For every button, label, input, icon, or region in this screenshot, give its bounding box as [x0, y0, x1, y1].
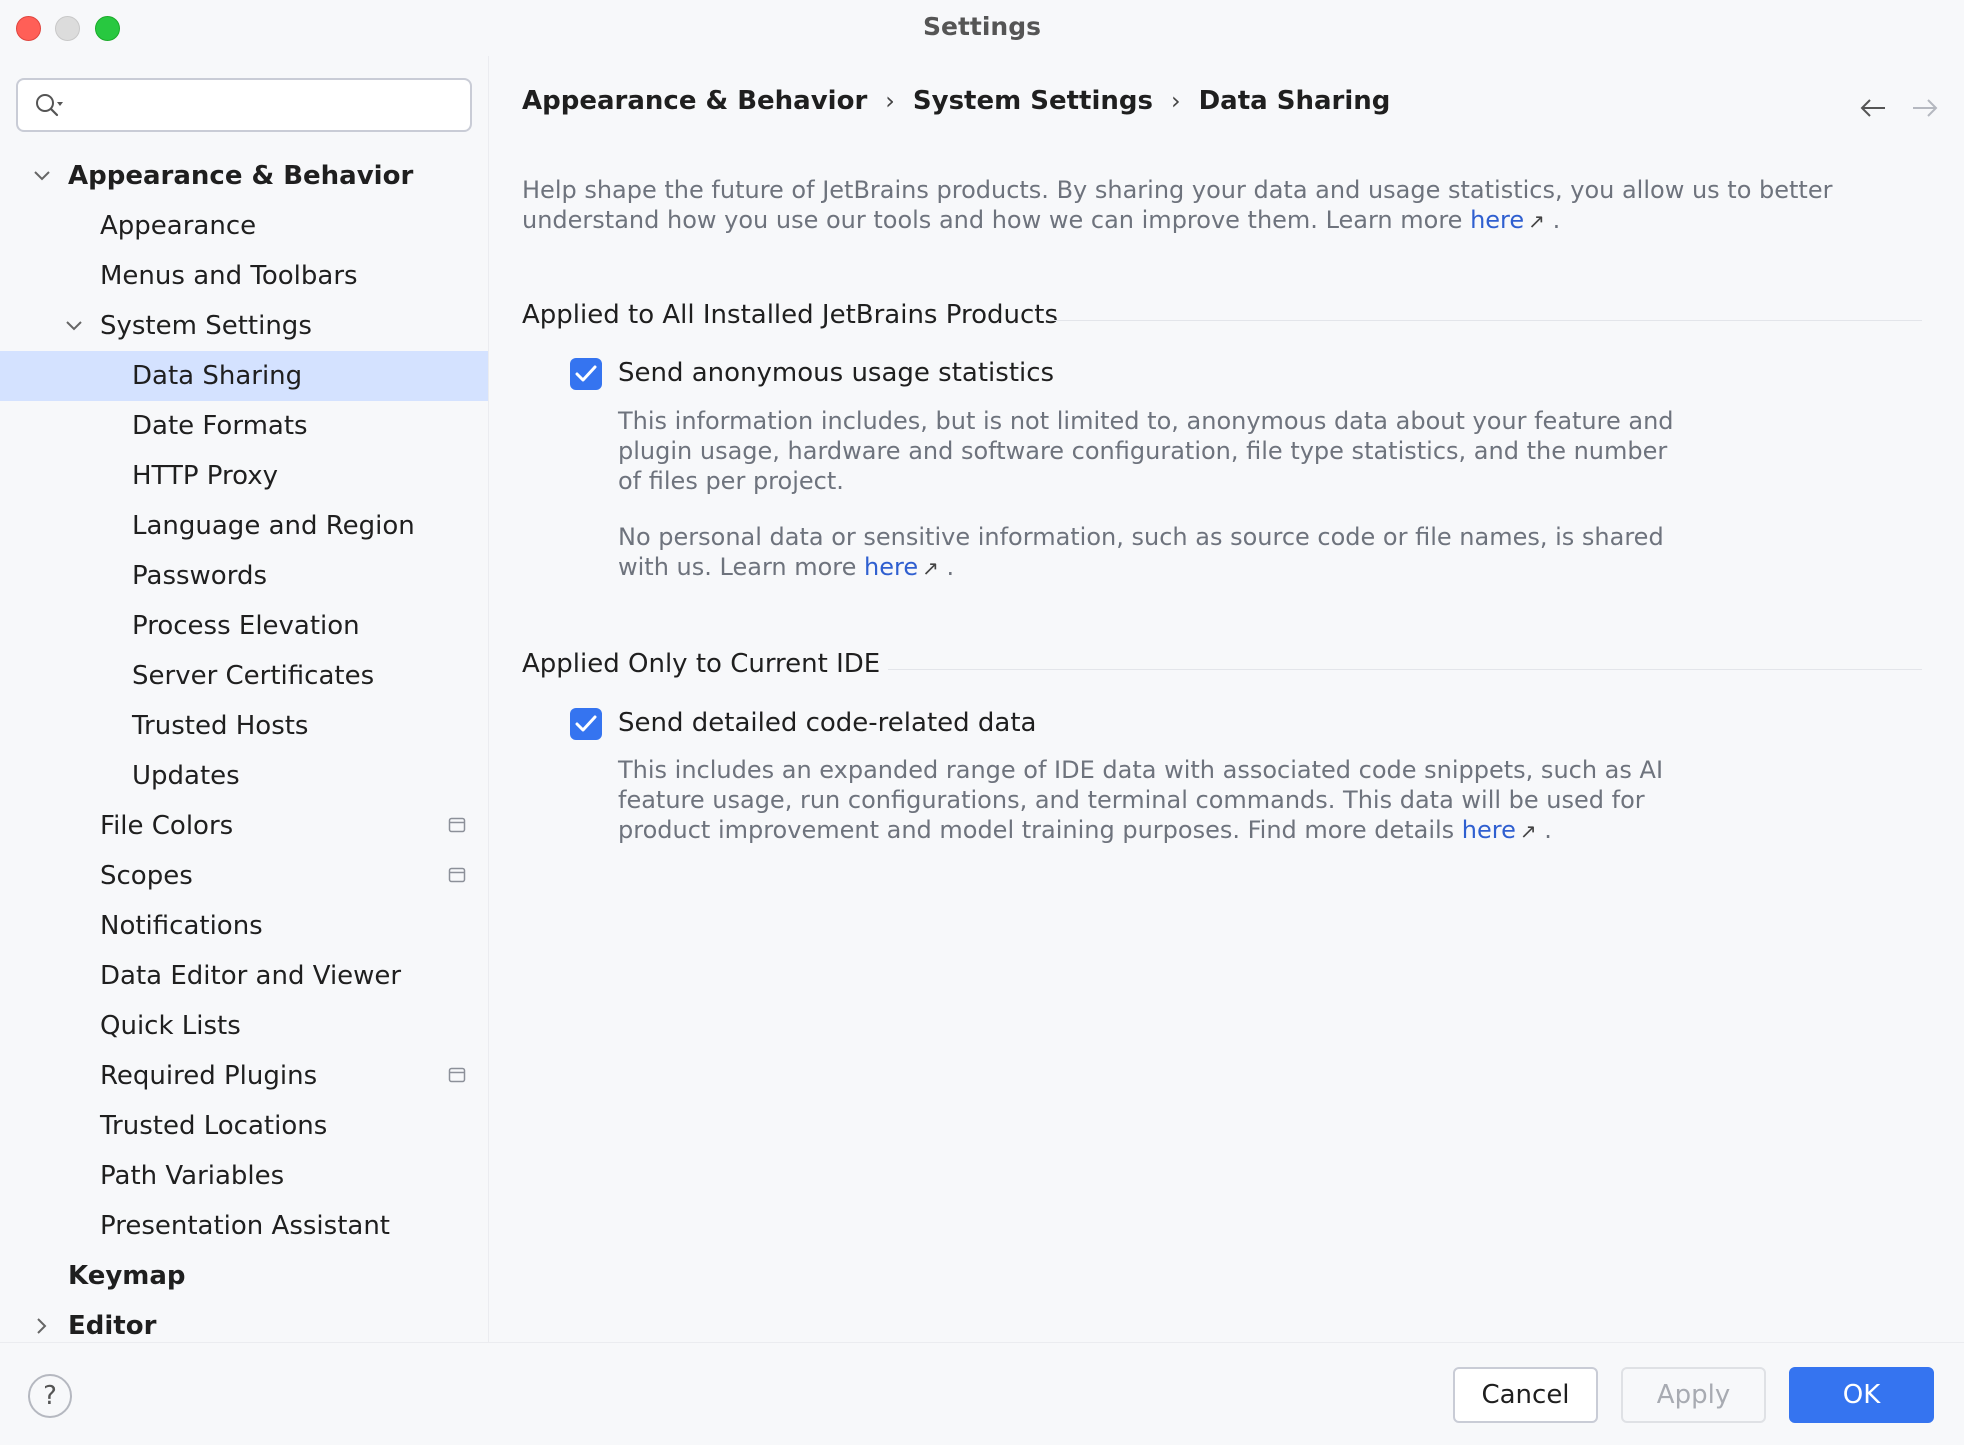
sidebar-item-label: Date Formats	[132, 411, 308, 441]
learn-more-link[interactable]: here	[864, 553, 918, 581]
sidebar-item-scopes[interactable]: Scopes	[0, 851, 488, 901]
sidebar-item-label: Passwords	[132, 561, 267, 591]
breadcrumb-separator: ›	[885, 87, 895, 115]
sidebar-item-label: Presentation Assistant	[100, 1211, 390, 1241]
sidebar-item-label: System Settings	[100, 311, 312, 341]
sidebar-item-label: Data Sharing	[132, 361, 303, 391]
help-icon[interactable]: ?	[28, 1374, 72, 1418]
ok-button[interactable]: OK	[1789, 1367, 1934, 1423]
sidebar-item-label: Keymap	[68, 1261, 186, 1291]
check-icon	[575, 365, 597, 382]
sidebar-item-appearance-and-behavior[interactable]: Appearance & Behavior	[0, 151, 488, 201]
external-link-icon: ↗	[1528, 209, 1545, 233]
no-personal-data-text: No personal data or sensitive informatio…	[618, 523, 1664, 581]
section-title-current-ide: Applied Only to Current IDE	[522, 649, 881, 679]
sidebar-item-notifications[interactable]: Notifications	[0, 901, 488, 951]
sidebar-item-label: Required Plugins	[100, 1061, 318, 1091]
sidebar-item-trusted-locations[interactable]: Trusted Locations	[0, 1101, 488, 1151]
main-panel: Appearance & Behavior › System Settings …	[490, 56, 1964, 1342]
sidebar-item-path-variables[interactable]: Path Variables	[0, 1151, 488, 1201]
sidebar-item-server-certificates[interactable]: Server Certificates	[0, 651, 488, 701]
sidebar-item-http-proxy[interactable]: HTTP Proxy	[0, 451, 488, 501]
settings-sidebar: Appearance & Behavior Appearance Menus and…	[0, 56, 489, 1342]
intro-text: Help shape the future of JetBrains produ…	[522, 175, 1922, 236]
apply-button[interactable]: Apply	[1621, 1367, 1766, 1423]
section-divider	[888, 669, 1922, 670]
breadcrumb-item-data-sharing: Data Sharing	[1198, 86, 1391, 116]
arrow-right-icon[interactable]	[1910, 94, 1940, 122]
send-detailed-code-data-checkbox[interactable]	[570, 708, 602, 740]
sidebar-item-file-colors[interactable]: File Colors	[0, 801, 488, 851]
code-data-description: This includes an expanded range of IDE d…	[618, 755, 1698, 846]
title-bar: Settings	[0, 0, 1964, 56]
breadcrumb-separator: ›	[1170, 87, 1181, 115]
arrow-left-icon[interactable]	[1858, 94, 1888, 122]
sidebar-item-label: Menus and Toolbars	[100, 261, 358, 291]
chevron-right-icon[interactable]	[32, 1316, 52, 1336]
sidebar-item-process-elevation[interactable]: Process Elevation	[0, 601, 488, 651]
sidebar-item-label: Appearance & Behavior	[68, 161, 414, 191]
sidebar-item-label: Server Certificates	[132, 661, 375, 691]
check-icon	[575, 715, 597, 732]
note-period: .	[946, 553, 955, 581]
sidebar-item-date-formats[interactable]: Date Formats	[0, 401, 488, 451]
intro-text-body: Help shape the future of JetBrains produ…	[522, 176, 1833, 234]
send-detailed-code-data-label[interactable]: Send detailed code-related data	[618, 708, 1036, 738]
sidebar-item-label: Scopes	[100, 861, 193, 891]
section-divider	[1050, 320, 1922, 321]
chevron-down-icon[interactable]	[32, 166, 52, 186]
project-settings-icon	[448, 1067, 466, 1083]
sidebar-item-system-settings[interactable]: System Settings	[0, 301, 488, 351]
cancel-button[interactable]: Cancel	[1453, 1367, 1598, 1423]
sidebar-item-quick-lists[interactable]: Quick Lists	[0, 1001, 488, 1051]
desc-period: .	[1544, 816, 1552, 844]
section-title-all-products: Applied to All Installed JetBrains Produ…	[522, 300, 1058, 330]
intro-period: .	[1552, 206, 1561, 234]
sidebar-item-keymap[interactable]: Keymap	[0, 1251, 488, 1301]
send-anonymous-usage-checkbox[interactable]	[570, 358, 602, 390]
usage-stats-description: This information includes, but is not li…	[618, 407, 1674, 495]
search-icon	[36, 94, 63, 117]
find-more-details-link[interactable]: here	[1462, 816, 1516, 844]
sidebar-item-label: Process Elevation	[132, 611, 360, 641]
breadcrumb-item-system-settings[interactable]: System Settings	[913, 86, 1153, 116]
learn-more-link[interactable]: here	[1470, 206, 1524, 234]
sidebar-item-label: Appearance	[100, 211, 257, 241]
sidebar-item-data-sharing[interactable]: Data Sharing	[0, 351, 488, 401]
search-input[interactable]	[16, 78, 472, 132]
sidebar-item-menus-and-toolbars[interactable]: Menus and Toolbars	[0, 251, 488, 301]
dialog-footer: ? Cancel Apply OK	[0, 1342, 1964, 1445]
sidebar-item-label: Updates	[132, 761, 240, 791]
sidebar-item-label: Data Editor and Viewer	[100, 961, 402, 991]
external-link-icon: ↗	[922, 556, 939, 580]
sidebar-item-label: Trusted Hosts	[132, 711, 309, 741]
sidebar-item-updates[interactable]: Updates	[0, 751, 488, 801]
breadcrumb-item-appearance-behavior[interactable]: Appearance & Behavior	[522, 86, 867, 116]
external-link-icon: ↗	[1519, 819, 1537, 843]
project-settings-icon	[448, 867, 466, 883]
sidebar-item-label: HTTP Proxy	[132, 461, 279, 491]
sidebar-item-editor[interactable]: Editor	[0, 1301, 488, 1342]
sidebar-item-language-and-region[interactable]: Language and Region	[0, 501, 488, 551]
sidebar-item-passwords[interactable]: Passwords	[0, 551, 488, 601]
no-personal-data-note: No personal data or sensitive informatio…	[618, 522, 1698, 583]
sidebar-item-label: Language and Region	[132, 511, 415, 541]
sidebar-item-required-plugins[interactable]: Required Plugins	[0, 1051, 488, 1101]
chevron-down-icon[interactable]	[64, 316, 84, 336]
sidebar-item-label: Quick Lists	[100, 1011, 241, 1041]
project-settings-icon	[448, 817, 466, 833]
sidebar-item-label: File Colors	[100, 811, 234, 841]
sidebar-item-label: Notifications	[100, 911, 263, 941]
sidebar-item-appearance[interactable]: Appearance	[0, 201, 488, 251]
breadcrumb: Appearance & Behavior › System Settings …	[522, 86, 1390, 116]
sidebar-item-presentation-assistant[interactable]: Presentation Assistant	[0, 1201, 488, 1251]
send-anonymous-usage-label[interactable]: Send anonymous usage statistics	[618, 358, 1054, 388]
sidebar-item-label: Editor	[68, 1311, 157, 1341]
window-title: Settings	[922, 12, 1041, 41]
sidebar-item-label: Trusted Locations	[100, 1111, 328, 1141]
sidebar-item-data-editor-and-viewer[interactable]: Data Editor and Viewer	[0, 951, 488, 1001]
sidebar-item-label: Path Variables	[100, 1161, 285, 1191]
sidebar-item-trusted-hosts[interactable]: Trusted Hosts	[0, 701, 488, 751]
